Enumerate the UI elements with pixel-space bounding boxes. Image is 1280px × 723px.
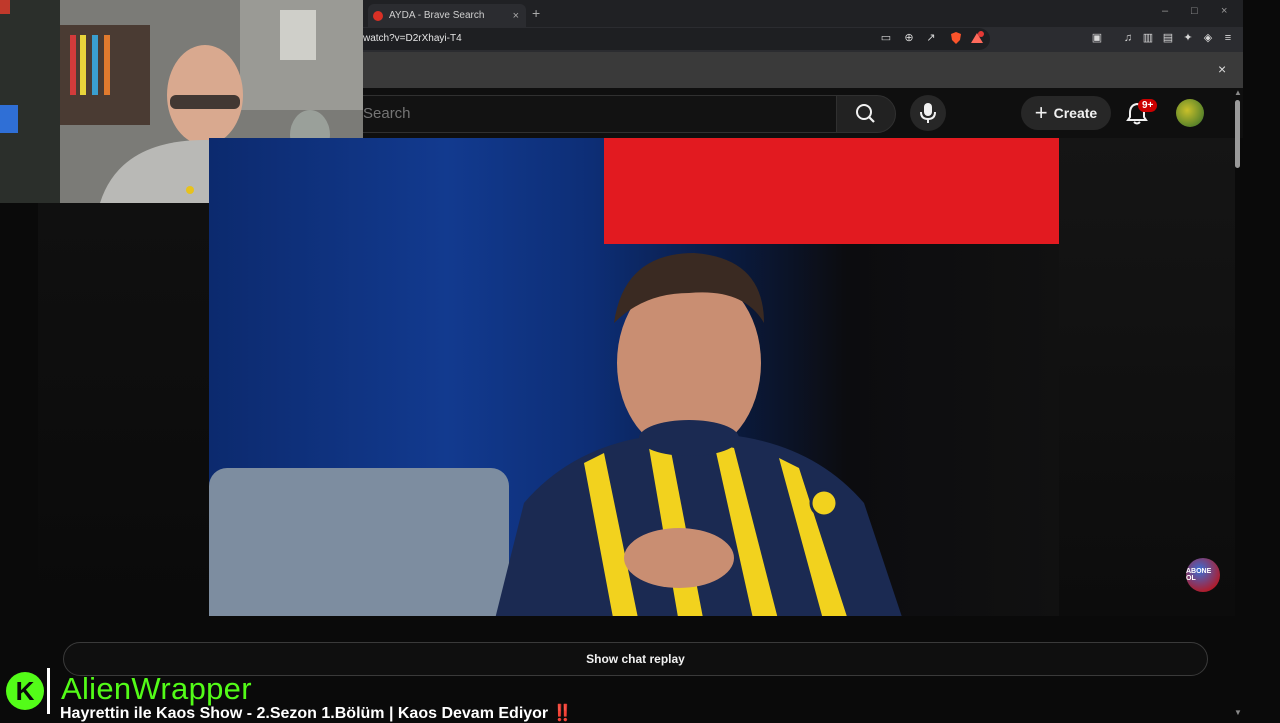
video-player[interactable] [209,138,1059,616]
video-person [495,253,902,616]
info-bar [363,52,1243,88]
avatar[interactable] [1176,99,1204,127]
zoom-icon[interactable]: ⊕ [902,31,916,45]
notification-badge: 9+ [1138,99,1158,112]
page-right-area [1059,138,1235,616]
address-bar[interactable]: watch?v=D2rXhayi-T4 [363,28,990,50]
brave-rewards-icon[interactable] [970,31,984,45]
create-label: Create [1053,105,1098,121]
brave-favicon-icon [373,10,383,21]
tab-title: AYDA - Brave Search [389,10,485,21]
microphone-icon [920,103,936,123]
browser-tab[interactable]: AYDA - Brave Search × [368,4,526,27]
minimize-icon[interactable]: – [1162,5,1168,17]
page-left-area [38,203,209,616]
vpn-icon[interactable]: ◈ [1201,31,1215,45]
brave-shields-icon[interactable] [949,31,963,45]
stream-title-text: Hayrettin ile Kaos Show - 2.Sezon 1.Bölü… [60,705,549,722]
search-button[interactable] [836,95,896,133]
search-icon [856,104,875,123]
cast-icon[interactable]: ▭ [879,31,893,45]
scroll-down-icon[interactable]: ▼ [1234,708,1242,717]
leo-ai-icon[interactable]: ✦ [1181,31,1195,45]
new-tab-button[interactable]: + [532,5,540,21]
scroll-up-icon[interactable]: ▲ [1234,88,1242,97]
plus-icon: + [1034,100,1048,125]
voice-search-button[interactable] [910,95,946,131]
scrollbar-thumb[interactable] [1235,100,1240,168]
tab-close-icon[interactable]: × [513,10,519,22]
stream-title: Hayrettin ile Kaos Show - 2.Sezon 1.Bölü… [60,703,573,723]
wallet-icon[interactable]: ▤ [1161,31,1175,45]
menu-icon[interactable]: ≡ [1221,31,1235,45]
share-icon[interactable]: ↗ [924,31,938,45]
window-close-icon[interactable]: × [1221,5,1227,17]
create-button[interactable]: + Create [1021,96,1111,130]
subscribe-watermark[interactable]: ABONE OL [1186,558,1220,592]
overlay-divider [47,668,50,714]
media-icon[interactable]: ♫ [1121,31,1135,45]
kick-logo: K [6,672,44,710]
sidebar-icon[interactable]: ▥ [1141,31,1155,45]
sidebar-panel-icon[interactable]: ▣ [1090,31,1104,45]
double-exclamation-icon: ‼️ [552,705,573,722]
infobar-close-icon[interactable]: × [1218,61,1226,77]
maximize-icon[interactable]: □ [1191,5,1198,17]
search-input[interactable] [363,95,837,133]
channel-name: AlienWrapper [61,671,252,706]
